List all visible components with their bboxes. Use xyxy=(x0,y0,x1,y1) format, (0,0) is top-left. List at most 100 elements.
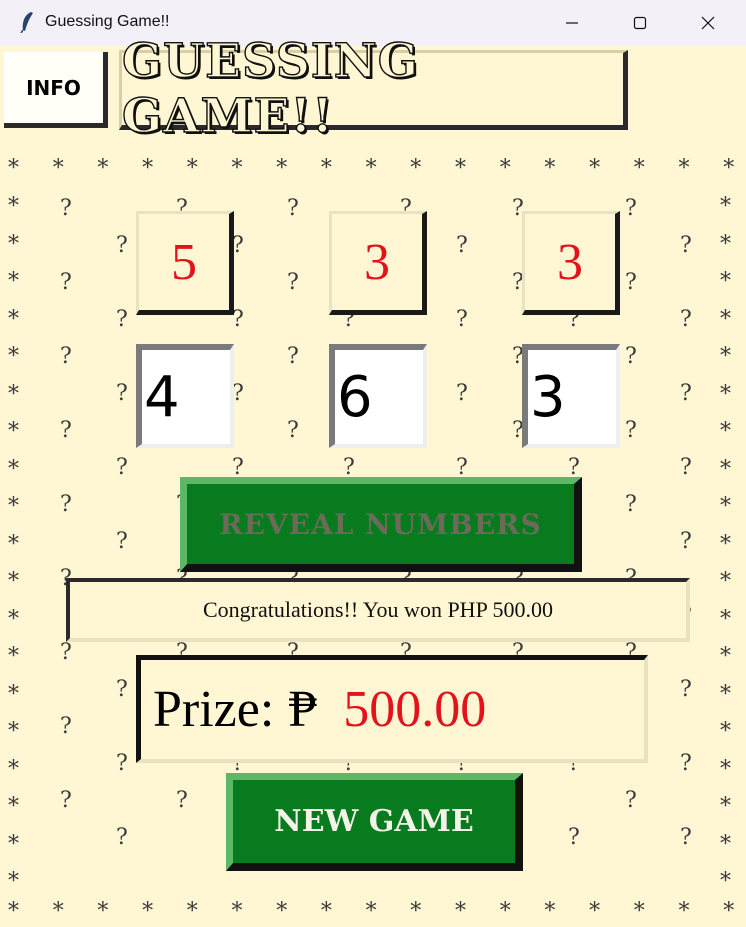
border-asterisk: * xyxy=(678,899,690,924)
background-question-mark: ? xyxy=(116,307,128,332)
border-asterisk: * xyxy=(8,306,19,332)
border-asterisk: * xyxy=(8,531,19,557)
border-asterisk: * xyxy=(455,156,466,181)
guess-input-2[interactable] xyxy=(329,344,427,448)
border-asterisk: * xyxy=(720,494,731,519)
border-asterisk: * xyxy=(8,644,19,669)
game-title: GUESSING GAME!! xyxy=(119,33,628,145)
border-asterisk: * xyxy=(8,869,19,894)
border-asterisk: * xyxy=(142,899,154,924)
background-question-mark: ? xyxy=(343,455,355,480)
prize-amount: 500.00 xyxy=(343,681,487,738)
feather-icon xyxy=(20,12,33,33)
border-asterisk: * xyxy=(8,899,19,924)
background-question-mark: ? xyxy=(680,455,692,480)
background-question-mark: ? xyxy=(625,788,637,813)
border-asterisk: * xyxy=(720,794,731,819)
border-asterisk: * xyxy=(8,756,19,782)
border-asterisk: * xyxy=(544,899,556,924)
background-question-mark: ? xyxy=(680,307,692,332)
peso-currency-symbol: ₱ xyxy=(288,681,318,738)
background-question-mark: ? xyxy=(60,418,72,443)
background-question-mark: ? xyxy=(680,233,692,258)
background-question-mark: ? xyxy=(287,270,299,295)
background-question-mark: ? xyxy=(680,529,692,554)
result-message: Congratulations!! You won PHP 500.00 xyxy=(66,578,690,642)
border-asterisk: * xyxy=(97,899,109,924)
border-asterisk: * xyxy=(720,869,731,894)
background-question-mark: ? xyxy=(456,381,468,406)
border-asterisk: * xyxy=(720,194,731,219)
background-question-mark: ? xyxy=(60,714,72,739)
border-asterisk: * xyxy=(142,156,154,181)
guess-input-3[interactable] xyxy=(522,344,620,448)
background-question-mark: ? xyxy=(287,196,299,221)
border-asterisk: * xyxy=(499,156,511,181)
border-asterisk: * xyxy=(365,899,377,924)
border-asterisk: * xyxy=(720,269,731,294)
background-question-mark: ? xyxy=(456,233,468,258)
border-asterisk: * xyxy=(231,156,243,181)
background-question-mark: ? xyxy=(60,196,72,221)
border-asterisk: * xyxy=(8,231,19,257)
background-question-mark: ? xyxy=(60,788,72,813)
background-question-mark: ? xyxy=(625,418,637,443)
background-question-mark: ? xyxy=(625,344,637,369)
border-asterisk: * xyxy=(633,156,645,181)
border-asterisk: * xyxy=(8,794,19,819)
background-question-mark: ? xyxy=(287,344,299,369)
guess-input-1[interactable] xyxy=(136,344,234,448)
background-question-mark: ? xyxy=(232,455,244,480)
background-question-mark: ? xyxy=(625,270,637,295)
border-asterisk: * xyxy=(276,156,288,181)
revealed-number-1: 5 xyxy=(136,211,234,315)
new-game-button[interactable]: NEW GAME xyxy=(226,773,523,871)
border-asterisk: * xyxy=(720,831,731,857)
border-asterisk: * xyxy=(499,899,511,924)
border-asterisk: * xyxy=(320,156,332,181)
border-asterisk: * xyxy=(276,899,288,924)
border-asterisk: * xyxy=(720,344,731,369)
prize-display: Prize: ₱ 500.00 xyxy=(136,655,648,763)
border-asterisk: * xyxy=(720,719,731,744)
background-question-mark: ? xyxy=(625,492,637,517)
background-question-mark: ? xyxy=(116,381,128,406)
border-asterisk: * xyxy=(455,899,466,924)
maximize-icon xyxy=(633,16,647,30)
background-question-mark: ? xyxy=(116,529,128,554)
background-question-mark: ? xyxy=(60,270,72,295)
border-asterisk: * xyxy=(633,899,645,924)
border-asterisk: * xyxy=(720,606,731,632)
background-question-mark: ? xyxy=(680,751,692,776)
background-question-mark: ? xyxy=(116,825,128,850)
border-asterisk: * xyxy=(8,494,19,519)
game-area: * * * * * * * * * * * * * * * * * * * * * * * * * * * * * * * * * * * * * * * *… xyxy=(0,33,746,927)
border-asterisk: * xyxy=(8,344,19,369)
border-asterisk: * xyxy=(231,899,243,924)
background-question-mark: ? xyxy=(60,640,72,665)
background-question-mark: ? xyxy=(287,418,299,443)
revealed-number-3: 3 xyxy=(522,211,620,315)
border-asterisk: * xyxy=(8,456,19,482)
background-question-mark: ? xyxy=(680,381,692,406)
border-asterisk: * xyxy=(97,156,109,181)
border-asterisk: * xyxy=(8,719,19,744)
border-asterisk: * xyxy=(8,831,19,857)
border-asterisk: * xyxy=(723,156,735,181)
reveal-numbers-button[interactable]: REVEAL NUMBERS xyxy=(180,477,582,572)
revealed-number-2: 3 xyxy=(329,211,427,315)
info-button[interactable]: INFO xyxy=(4,52,108,128)
border-asterisk: * xyxy=(52,899,64,924)
close-button[interactable] xyxy=(674,0,742,46)
border-asterisk: * xyxy=(720,419,731,444)
border-asterisk: * xyxy=(720,531,731,557)
background-question-mark: ? xyxy=(680,825,692,850)
border-asterisk: * xyxy=(723,899,735,924)
border-asterisk: * xyxy=(8,569,19,594)
border-asterisk: * xyxy=(8,681,19,707)
border-asterisk: * xyxy=(720,381,731,407)
border-asterisk: * xyxy=(8,381,19,407)
background-question-mark: ? xyxy=(680,677,692,702)
background-question-mark: ? xyxy=(568,825,580,850)
background-question-mark: ? xyxy=(60,492,72,517)
